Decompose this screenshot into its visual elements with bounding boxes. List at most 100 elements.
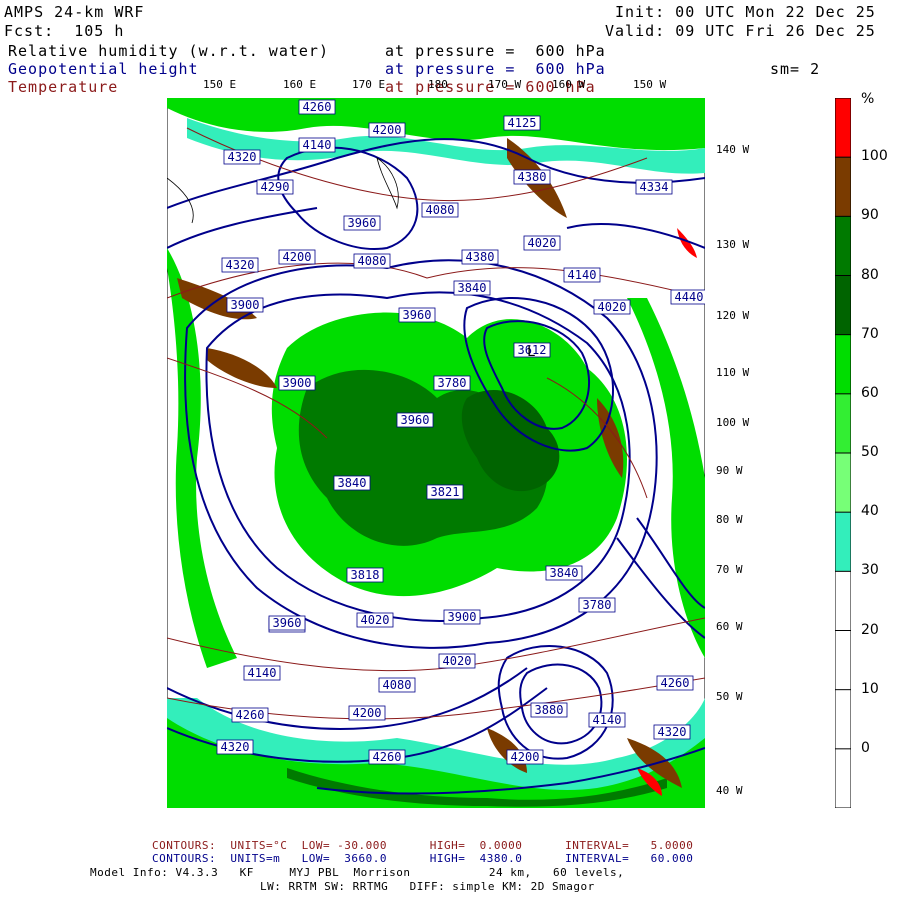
height-label: 4260	[298, 99, 336, 115]
svg-text:4125: 4125	[508, 116, 537, 130]
svg-text:3780: 3780	[583, 598, 612, 612]
lon-label: 160 W	[552, 78, 586, 91]
height-label: 4380	[513, 169, 551, 185]
height-label: 4320	[653, 724, 691, 740]
svg-text:4380: 4380	[518, 170, 547, 184]
height-label: 3840	[333, 475, 371, 491]
forecast-hour: Fcst: 105 h	[4, 22, 125, 40]
height-label: 3780	[433, 375, 471, 391]
svg-text:3900: 3900	[448, 610, 477, 624]
colorbar-tick-label: 40	[861, 503, 879, 520]
gph-contour-info: CONTOURS: UNITS=m LOW= 3660.0 HIGH= 4380…	[152, 852, 694, 865]
colorbar-segment	[835, 275, 851, 336]
height-label: 3900	[278, 375, 316, 391]
height-label: 3880	[530, 702, 568, 718]
height-label: 3960	[343, 215, 381, 231]
colorbar-unit: %	[861, 91, 875, 107]
svg-text:4334: 4334	[640, 180, 669, 194]
svg-text:4260: 4260	[303, 100, 332, 114]
svg-text:4140: 4140	[568, 268, 597, 282]
lon-label: 160 E	[283, 78, 317, 91]
lat-label: 130 W	[716, 238, 750, 251]
height-label: 3840	[545, 565, 583, 581]
height-label: 3780	[578, 597, 616, 613]
svg-text:3960: 3960	[348, 216, 377, 230]
height-label: 3821	[426, 484, 464, 500]
height-label: 3960	[268, 615, 306, 631]
height-label: 3960	[396, 412, 434, 428]
svg-text:4020: 4020	[598, 300, 627, 314]
svg-text:3818: 3818	[351, 568, 380, 582]
height-label: 4140	[588, 712, 626, 728]
colorbar-segment	[835, 748, 851, 808]
height-label: 3960	[398, 307, 436, 323]
colorbar-segment	[835, 689, 851, 750]
height-label: 4380	[461, 249, 499, 265]
svg-text:3840: 3840	[458, 281, 487, 295]
height-label: 4260	[368, 749, 406, 765]
colorbar-tick-label: 70	[861, 325, 879, 342]
svg-text:4140: 4140	[248, 666, 277, 680]
svg-text:4080: 4080	[426, 203, 455, 217]
height-label: 3840	[453, 280, 491, 296]
lat-label: 60 W	[716, 620, 743, 633]
init-time: Init: 00 UTC Mon 22 Dec 25	[615, 3, 876, 21]
height-label: 3900	[226, 297, 264, 313]
colorbar-tick-label: 80	[861, 266, 879, 283]
model-info: Model Info: V4.3.3 KF MYJ PBL Morrison 2…	[90, 866, 625, 879]
colorbar-tick-label: 10	[861, 680, 879, 697]
lat-label: 120 W	[716, 309, 750, 322]
svg-text:3960: 3960	[273, 616, 302, 630]
height-label: 4020	[356, 612, 394, 628]
lon-label: 170 E	[352, 78, 386, 91]
svg-text:4020: 4020	[361, 613, 390, 627]
svg-text:4140: 4140	[593, 713, 622, 727]
svg-text:4320: 4320	[221, 740, 250, 754]
rh-level-label: at pressure = 600 hPa	[385, 42, 606, 60]
height-label: 4200	[278, 249, 316, 265]
model-title: AMPS 24-km WRF	[4, 3, 145, 21]
height-label: 4020	[523, 235, 561, 251]
colorbar-segment	[835, 157, 851, 217]
low-marker: L	[527, 344, 535, 360]
height-label: 4080	[378, 677, 416, 693]
temp-field-label: Temperature	[8, 78, 119, 96]
smoothing-label: sm= 2	[770, 60, 821, 78]
height-label: 4260	[656, 675, 694, 691]
svg-text:4380: 4380	[466, 250, 495, 264]
height-label: 4140	[563, 267, 601, 283]
height-label: 4260	[231, 707, 269, 723]
lon-label: 180	[428, 78, 448, 91]
svg-text:4200: 4200	[283, 250, 312, 264]
height-label: 4320	[223, 149, 261, 165]
colorbar-segment	[835, 571, 851, 631]
height-label: 4080	[421, 202, 459, 218]
gph-level-label: at pressure = 600 hPa	[385, 60, 606, 78]
colorbar-tick-label: 90	[861, 207, 879, 224]
svg-text:3821: 3821	[431, 485, 460, 499]
svg-text:3960: 3960	[401, 413, 430, 427]
colorbar-segment	[835, 334, 851, 395]
colorbar-tick-label: 60	[861, 384, 879, 401]
svg-text:4080: 4080	[358, 254, 387, 268]
height-label: 4020	[593, 299, 631, 315]
colorbar-segment	[835, 512, 851, 572]
weather-map: 4260 4200 4140 4320 4290 4125 4080 4380 …	[167, 98, 705, 808]
colorbar-segment	[835, 630, 851, 691]
gph-field-label: Geopotential height	[8, 60, 199, 78]
colorbar-segment	[835, 98, 851, 158]
svg-text:4200: 4200	[353, 706, 382, 720]
lat-label: 110 W	[716, 366, 750, 379]
height-label: 4125	[503, 115, 541, 131]
height-label: 3900	[443, 609, 481, 625]
colorbar-tick-label: 30	[861, 562, 879, 579]
valid-time: Valid: 09 UTC Fri 26 Dec 25	[605, 22, 876, 40]
height-label: 4290	[256, 179, 294, 195]
lon-label: 150 W	[633, 78, 667, 91]
svg-text:4140: 4140	[303, 138, 332, 152]
height-label: 4320	[216, 739, 254, 755]
svg-text:4020: 4020	[443, 654, 472, 668]
svg-text:3780: 3780	[438, 376, 467, 390]
svg-text:4260: 4260	[373, 750, 402, 764]
svg-text:3900: 3900	[283, 376, 312, 390]
